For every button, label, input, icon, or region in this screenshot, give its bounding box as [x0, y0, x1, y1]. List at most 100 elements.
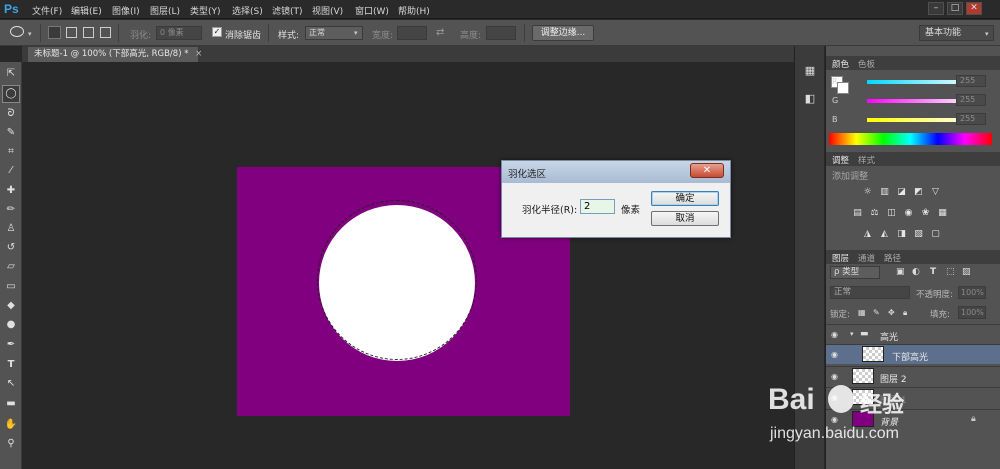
background-color-swatch[interactable] [837, 82, 849, 94]
chevron-down-icon[interactable]: ▾ [28, 30, 32, 38]
posterize-icon[interactable]: ◭ [879, 229, 890, 239]
tab-channels[interactable]: 通道 [858, 252, 875, 264]
menu-layer[interactable]: 图层(L) [150, 4, 180, 17]
opacity-field[interactable]: 100% [958, 286, 986, 299]
menu-edit[interactable]: 编辑(E) [71, 4, 102, 17]
lock-transparent-icon[interactable]: ▦ [858, 308, 866, 317]
exposure-icon[interactable]: ◩ [913, 187, 924, 197]
dialog-titlebar[interactable]: 羽化选区 ✕ [502, 161, 730, 183]
photo-filter-icon[interactable]: ◉ [903, 208, 914, 218]
menu-file[interactable]: 文件(F) [32, 4, 62, 17]
elliptical-marquee-tool-icon[interactable]: ◯ [2, 85, 20, 103]
width-field[interactable] [397, 26, 427, 40]
gradient-tool-icon[interactable]: ▭ [3, 279, 19, 295]
tab-layers[interactable]: 图层 [832, 252, 849, 264]
tab-swatches[interactable]: 色板 [858, 58, 875, 70]
levels-icon[interactable]: ▥ [879, 187, 890, 197]
feather-radius-input[interactable]: 2 [580, 199, 615, 214]
black-white-icon[interactable]: ◫ [886, 208, 897, 218]
vibrance-icon[interactable]: ▽ [930, 187, 941, 197]
selective-color-icon[interactable]: ▢ [930, 229, 941, 239]
crop-tool-icon[interactable]: ⌗ [3, 144, 19, 160]
threshold-icon[interactable]: ◨ [896, 229, 907, 239]
gradient-map-icon[interactable]: ▧ [913, 229, 924, 239]
subtract-selection-icon[interactable] [83, 27, 94, 38]
quick-selection-tool-icon[interactable]: ✎ [3, 125, 19, 141]
feather-field[interactable]: 0 像素 [156, 26, 202, 40]
hand-tool-icon[interactable]: ✋ [3, 417, 19, 433]
eraser-tool-icon[interactable]: ▱ [3, 259, 19, 275]
type-tool-icon[interactable]: T [3, 357, 19, 373]
add-selection-icon[interactable] [66, 27, 77, 38]
layer-row[interactable]: ◉ 图层 2 [826, 366, 1000, 386]
dialog-close-button[interactable]: ✕ [690, 163, 724, 178]
fill-field[interactable]: 100% [958, 306, 986, 319]
lock-image-icon[interactable]: ✎ [873, 308, 880, 317]
invert-icon[interactable]: ◮ [862, 229, 873, 239]
refine-edge-button[interactable]: 调整边缘... [532, 25, 594, 41]
tab-color[interactable]: 颜色 [832, 58, 849, 70]
lock-all-icon[interactable]: 🔒︎ [903, 308, 907, 318]
ellipse-marquee-icon[interactable] [10, 26, 24, 37]
new-selection-icon[interactable] [48, 26, 61, 39]
height-field[interactable] [486, 26, 516, 40]
hue-saturation-icon[interactable]: ▤ [852, 208, 863, 218]
channel-g-value[interactable]: 255 [956, 94, 986, 106]
visibility-eye-icon[interactable]: ◉ [831, 350, 841, 359]
menu-help[interactable]: 帮助(H) [398, 4, 430, 17]
path-selection-tool-icon[interactable]: ↖ [3, 376, 19, 392]
zoom-tool-icon[interactable]: ⚲ [3, 436, 19, 452]
close-window-button[interactable]: ✕ [966, 2, 982, 15]
rectangle-tool-icon[interactable]: ▬ [3, 396, 19, 412]
filter-smart-object-icon[interactable]: ▨ [962, 267, 971, 277]
blend-mode-select[interactable]: 正常 [830, 286, 910, 299]
menu-type[interactable]: 类型(Y) [190, 4, 221, 17]
properties-panel-icon[interactable]: ◧ [803, 92, 817, 106]
menu-filter[interactable]: 滤镜(T) [272, 4, 303, 17]
color-spectrum[interactable] [829, 133, 992, 145]
pen-tool-icon[interactable]: ✒ [3, 337, 19, 353]
visibility-eye-icon[interactable]: ◉ [831, 330, 841, 339]
layer-row-group[interactable]: ◉ ▾ ▬ 高光 [826, 324, 1000, 344]
healing-brush-tool-icon[interactable]: ✚ [3, 183, 19, 199]
filter-pixel-icon[interactable]: ▣ [896, 267, 905, 277]
document-tab[interactable]: 未标题-1 @ 100% (下部高光, RGB/8) * × [28, 47, 202, 62]
dodge-tool-icon[interactable]: ● [3, 317, 19, 333]
history-brush-tool-icon[interactable]: ↺ [3, 240, 19, 256]
brightness-icon[interactable]: ☼ [862, 187, 873, 197]
menu-image[interactable]: 图像(I) [112, 4, 140, 17]
maximize-button[interactable]: □ [947, 2, 963, 15]
history-panel-icon[interactable]: ▦ [803, 64, 817, 78]
channel-b-value[interactable]: 255 [956, 113, 986, 125]
move-tool-icon[interactable]: ⇱ [3, 66, 19, 82]
tab-adjustments[interactable]: 调整 [832, 154, 849, 166]
layer-row-selected[interactable]: ◉ 下部高光 [826, 344, 1000, 364]
ok-button[interactable]: 确定 [651, 191, 719, 206]
blur-tool-icon[interactable]: ◆ [3, 298, 19, 314]
channel-mixer-icon[interactable]: ❀ [920, 208, 931, 218]
filter-shape-icon[interactable]: ⬚ [946, 267, 955, 277]
minimize-button[interactable]: – [928, 2, 944, 15]
color-lookup-icon[interactable]: ▦ [937, 208, 948, 218]
menu-window[interactable]: 窗口(W) [355, 4, 389, 17]
cancel-button[interactable]: 取消 [651, 211, 719, 226]
tab-styles[interactable]: 样式 [858, 154, 875, 166]
curves-icon[interactable]: ◪ [896, 187, 907, 197]
visibility-eye-icon[interactable]: ◉ [831, 415, 841, 424]
intersect-selection-icon[interactable] [100, 27, 111, 38]
filter-adjustment-icon[interactable]: ◐ [912, 267, 920, 277]
brush-tool-icon[interactable]: ✏ [3, 202, 19, 218]
tab-paths[interactable]: 路径 [884, 252, 901, 264]
visibility-eye-icon[interactable]: ◉ [831, 372, 841, 381]
layer-filter-select[interactable]: ρ 类型 [830, 266, 880, 279]
lasso-tool-icon[interactable]: ᘐ [3, 106, 19, 122]
clone-stamp-tool-icon[interactable]: ♙ [3, 221, 19, 237]
lock-position-icon[interactable]: ✥ [888, 308, 895, 317]
swap-icon[interactable]: ⇄ [436, 27, 444, 38]
menu-select[interactable]: 选择(S) [232, 4, 263, 17]
antialias-checkbox[interactable]: ✓ [212, 27, 222, 37]
eyedropper-tool-icon[interactable]: ⁄ [3, 163, 19, 179]
chevron-down-icon[interactable]: ▾ [850, 330, 854, 338]
workspace-select[interactable]: 基本功能 [919, 25, 994, 41]
filter-type-icon[interactable]: T [930, 267, 936, 277]
